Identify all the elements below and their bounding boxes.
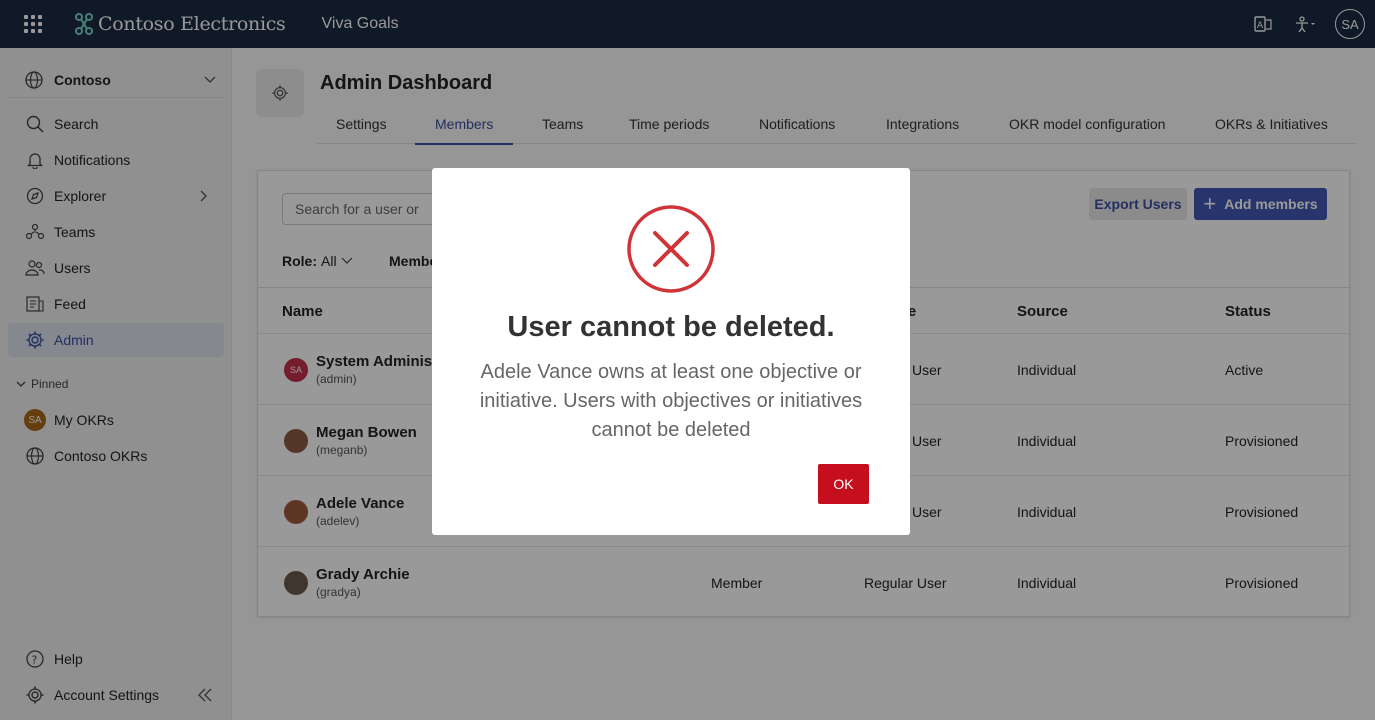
error-x-icon [627,205,715,293]
dialog-title: User cannot be deleted. [507,311,835,343]
ok-button[interactable]: OK [818,464,869,504]
dialog-message: Adele Vance owns at least one objective … [479,361,863,441]
error-dialog: User cannot be deleted. Adele Vance owns… [432,168,910,535]
